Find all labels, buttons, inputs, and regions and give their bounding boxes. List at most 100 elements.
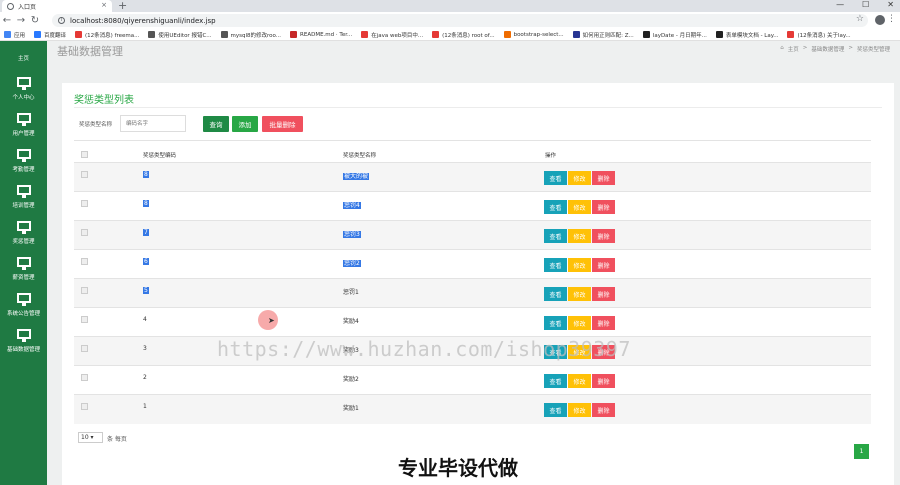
url-field[interactable]: i localhost:8080/qiyerenshiguanli/index.… <box>52 14 868 27</box>
row-checkbox[interactable] <box>81 258 88 265</box>
sidebar-item-rewards[interactable]: 奖惩管理 <box>0 221 47 245</box>
view-button[interactable]: 查看 <box>544 287 567 301</box>
new-tab-button[interactable]: + <box>118 0 127 12</box>
info-icon[interactable]: i <box>58 17 65 24</box>
name-cell: 被大的被 <box>336 162 538 192</box>
table-header-row: 奖惩类型编码 奖惩类型名称 操作 <box>74 140 871 163</box>
back-icon[interactable]: ← <box>0 15 14 26</box>
bookmark-item[interactable]: layDate - 月日期年... <box>642 31 707 39</box>
edit-button[interactable]: 修改 <box>568 200 591 214</box>
batch-delete-button[interactable]: 批量删除 <box>262 116 303 132</box>
view-button[interactable]: 查看 <box>544 374 567 388</box>
monitor-icon <box>16 113 31 126</box>
row-checkbox[interactable] <box>81 287 88 294</box>
edit-button[interactable]: 修改 <box>568 287 591 301</box>
sidebar-item-base-data[interactable]: 基础数据管理 <box>0 329 47 353</box>
sidebar-item-users[interactable]: 用户管理 <box>0 113 47 137</box>
view-button[interactable]: 查看 <box>544 171 567 185</box>
breadcrumb-section[interactable]: 基础数据管理 <box>811 45 844 53</box>
sidebar-item-home[interactable]: 主页 <box>0 41 47 62</box>
home-icon: ⌂ <box>780 45 784 51</box>
reload-icon[interactable]: ↻ <box>28 15 42 26</box>
add-button[interactable]: 添加 <box>232 116 258 132</box>
row-checkbox[interactable] <box>81 374 88 381</box>
bookmark-favicon-icon <box>787 31 795 38</box>
edit-button[interactable]: 修改 <box>568 258 591 272</box>
monitor-icon <box>16 221 31 234</box>
minimize-button[interactable]: — <box>836 0 844 9</box>
bookmark-label: layDate - 月日期年... <box>652 32 707 39</box>
view-button[interactable]: 查看 <box>544 258 567 272</box>
row-checkbox[interactable] <box>81 345 88 352</box>
view-button[interactable]: 查看 <box>544 229 567 243</box>
more-menu-icon[interactable]: ⋮ <box>887 14 896 24</box>
delete-button[interactable]: 删除 <box>592 316 615 330</box>
sidebar-item-label: 系统公告管理 <box>6 311 40 317</box>
name-value: 被大的被 <box>343 173 370 180</box>
bookmark-item[interactable]: 使用UEditor 报错C... <box>148 31 212 39</box>
edit-button[interactable]: 修改 <box>568 374 591 388</box>
search-label: 奖惩类型名称 <box>79 122 113 128</box>
page-size-select[interactable]: 10 ▾ <box>78 432 103 443</box>
forward-icon[interactable]: → <box>14 15 28 26</box>
view-button[interactable]: 查看 <box>544 316 567 330</box>
bookmark-item[interactable]: 百度翻译 <box>34 31 66 39</box>
sidebar-item-announcements[interactable]: 系统公告管理 <box>0 293 47 317</box>
row-checkbox[interactable] <box>81 403 88 410</box>
view-button[interactable]: 查看 <box>544 200 567 214</box>
sidebar-item-label: 奖惩管理 <box>12 239 35 245</box>
delete-button[interactable]: 删除 <box>592 200 615 214</box>
close-tab-icon[interactable]: × <box>101 1 107 9</box>
select-all-checkbox[interactable] <box>81 151 88 158</box>
watermark: https://www.huzhan.com/ishop39397 <box>217 337 631 361</box>
view-button[interactable]: 查看 <box>544 403 567 417</box>
bookmark-item[interactable]: (12条消息) freema... <box>75 31 139 39</box>
query-button[interactable]: 查询 <box>203 116 229 132</box>
bookmark-item[interactable]: 应用 <box>4 31 25 39</box>
delete-button[interactable]: 删除 <box>592 287 615 301</box>
sidebar-item-label: 薪资管理 <box>12 275 35 281</box>
page-number-button[interactable]: 1 <box>854 444 869 459</box>
edit-button[interactable]: 修改 <box>568 403 591 417</box>
row-checkbox[interactable] <box>81 200 88 207</box>
maximize-button[interactable]: ☐ <box>862 0 869 9</box>
breadcrumb-home[interactable]: 主页 <box>788 45 799 53</box>
bookmark-star-icon[interactable]: ☆ <box>856 14 864 24</box>
name-value: 惩罚1 <box>343 289 359 296</box>
bookmark-item[interactable]: 在java web项目中... <box>361 31 423 39</box>
browser-tab[interactable]: 入口页 × <box>2 0 112 12</box>
row-checkbox-cell <box>74 394 136 424</box>
sidebar-item-label: 考勤管理 <box>12 167 35 173</box>
search-input[interactable] <box>120 115 186 132</box>
bookmark-item[interactable]: 如何用正则匹配: Z... <box>572 31 634 39</box>
row-checkbox[interactable] <box>81 171 88 178</box>
bookmark-item[interactable]: README.md · Ter... <box>290 31 352 38</box>
divider <box>74 107 882 108</box>
sidebar-item-profile[interactable]: 个人中心 <box>0 77 47 101</box>
close-window-button[interactable]: ✕ <box>887 0 894 9</box>
sidebar-item-attendance[interactable]: 考勤管理 <box>0 149 47 173</box>
sidebar-item-salary[interactable]: 薪资管理 <box>0 257 47 281</box>
edit-button[interactable]: 修改 <box>568 229 591 243</box>
row-checkbox[interactable] <box>81 229 88 236</box>
url-text: localhost:8080/qiyerenshiguanli/index.js… <box>70 16 216 25</box>
bookmark-item[interactable]: (12条消息) root of... <box>432 31 495 39</box>
delete-button[interactable]: 删除 <box>592 258 615 272</box>
bookmark-item[interactable]: (12条消息) 关于lay... <box>787 31 851 39</box>
monitor-icon <box>16 77 31 90</box>
delete-button[interactable]: 删除 <box>592 171 615 185</box>
profile-avatar[interactable] <box>875 15 885 25</box>
delete-button[interactable]: 删除 <box>592 403 615 417</box>
delete-button[interactable]: 删除 <box>592 374 615 388</box>
row-checkbox[interactable] <box>81 316 88 323</box>
bookmark-item[interactable]: 表单模块文档 - Lay... <box>715 31 778 39</box>
bookmark-item[interactable]: mysql8的修改roo... <box>220 31 281 39</box>
table-row: 7 惩罚3 查看 修改 删除 <box>74 220 871 250</box>
edit-button[interactable]: 修改 <box>568 316 591 330</box>
edit-button[interactable]: 修改 <box>568 171 591 185</box>
delete-button[interactable]: 删除 <box>592 229 615 243</box>
mouse-pointer-icon: ➤ <box>268 316 275 325</box>
bookmark-label: (12条消息) freema... <box>85 32 140 39</box>
bookmark-item[interactable]: bootstrap-select... <box>503 31 564 38</box>
sidebar-item-training[interactable]: 培训管理 <box>0 185 47 209</box>
